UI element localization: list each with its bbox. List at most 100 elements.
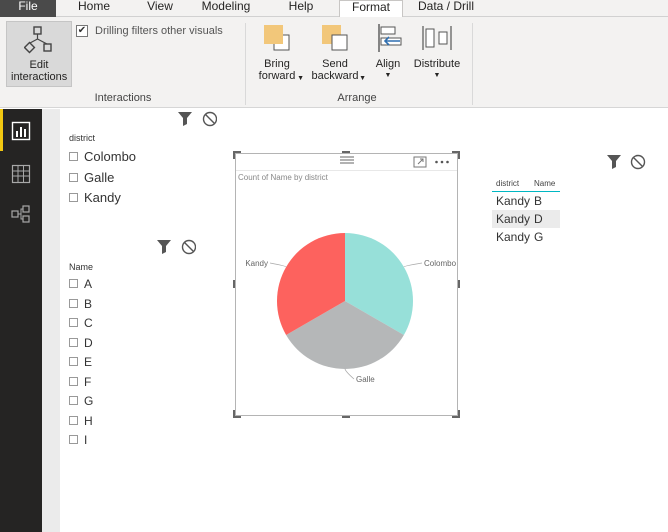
slicer-item[interactable]: E xyxy=(69,355,92,369)
pie-leader-line xyxy=(403,262,423,268)
tab-home[interactable]: Home xyxy=(66,0,122,17)
send-backward-icon xyxy=(322,25,348,51)
table-row[interactable]: Kandy G xyxy=(492,228,560,246)
filter-icon xyxy=(178,112,192,126)
resize-handle[interactable] xyxy=(458,280,460,288)
send-backward-label: Send backward xyxy=(311,58,359,82)
checkbox-icon xyxy=(69,193,78,202)
pie-label-kandy: Kandy xyxy=(245,259,268,268)
data-view-icon[interactable] xyxy=(11,164,31,184)
resize-handle[interactable] xyxy=(458,151,460,159)
table-row[interactable]: Kandy D xyxy=(492,210,560,228)
table-cell: B xyxy=(534,194,543,208)
checkbox-icon xyxy=(69,337,78,347)
tab-view[interactable]: View xyxy=(132,0,188,17)
send-backward-button[interactable]: Send backward ▼ xyxy=(304,23,366,82)
align-button[interactable]: Align ▼ xyxy=(370,23,406,82)
checkbox-icon xyxy=(69,396,78,405)
interactions-group-label: Interactions xyxy=(94,92,152,104)
checkbox-icon xyxy=(69,173,78,182)
ribbon-separator xyxy=(245,23,246,105)
slicer-item[interactable]: G xyxy=(69,394,93,408)
name-slicer-filter-icons xyxy=(157,239,196,255)
checkbox-icon xyxy=(69,298,78,308)
checkbox-icon xyxy=(69,318,78,327)
pie-label-colombo: Colombo xyxy=(424,259,457,268)
slicer-item[interactable]: C xyxy=(69,316,93,330)
edit-interactions-label: Edit interactions xyxy=(11,59,68,83)
align-label: Align xyxy=(375,58,401,70)
checkbox-icon xyxy=(69,415,78,425)
column-header-district[interactable]: district xyxy=(492,179,534,188)
arrange-group-label: Arrange xyxy=(337,92,377,104)
slicer-item[interactable]: B xyxy=(69,297,92,311)
distribute-label: Distribute xyxy=(413,58,461,70)
checkbox-icon xyxy=(69,357,78,366)
send-backward-chevron-icon: ▼ xyxy=(359,75,366,82)
align-icon xyxy=(378,24,402,52)
edit-interactions-icon xyxy=(23,26,52,54)
edit-interactions-button[interactable]: Edit interactions xyxy=(6,21,72,87)
table-cell: Kandy xyxy=(496,212,531,226)
ribbon: Edit interactions ✔ Drilling filters oth… xyxy=(0,17,668,108)
filter-icon xyxy=(607,155,621,169)
bring-forward-icon xyxy=(264,25,290,51)
slicer-item[interactable]: I xyxy=(69,433,87,447)
ribbon-tabstrip: File Home View Modeling Help Format Data… xyxy=(0,0,668,18)
table-header: district Name xyxy=(492,176,560,192)
pie-chart: Colombo Galle Kandy xyxy=(245,233,457,384)
column-header-name[interactable]: Name xyxy=(534,179,560,188)
slicer-item[interactable]: H xyxy=(69,414,93,428)
checkbox-icon xyxy=(69,435,78,444)
district-slicer-title: district xyxy=(69,133,96,143)
slicer-item[interactable]: A xyxy=(69,277,92,291)
report-view-icon[interactable] xyxy=(11,121,31,141)
table-visual[interactable]: district Name Kandy B Kandy D Kandy G xyxy=(492,176,560,246)
align-chevron-icon: ▼ xyxy=(384,72,392,79)
nav-active-indicator xyxy=(0,109,3,151)
pie-leader-line xyxy=(269,262,287,268)
bring-forward-chevron-icon: ▼ xyxy=(297,75,304,82)
distribute-icon xyxy=(422,26,452,50)
model-view-icon[interactable] xyxy=(11,204,31,224)
bring-forward-button[interactable]: Bring forward ▼ xyxy=(250,23,304,82)
checkbox-icon xyxy=(69,279,78,288)
slicer-item[interactable]: Colombo xyxy=(69,149,136,164)
tab-help[interactable]: Help xyxy=(275,0,327,17)
table-cell: G xyxy=(534,230,544,244)
ribbon-separator xyxy=(472,23,473,105)
distribute-chevron-icon: ▼ xyxy=(433,72,441,79)
slicer-item[interactable]: Kandy xyxy=(69,190,121,205)
pie-chart-visual[interactable]: Count of Name by district Colombo Galle Ka… xyxy=(233,151,460,418)
slicer-item[interactable]: Galle xyxy=(69,170,114,185)
table-cell: Kandy xyxy=(496,194,531,208)
filter-icon xyxy=(157,240,171,254)
name-slicer-title: Name xyxy=(69,262,94,272)
resize-handle[interactable] xyxy=(342,416,350,418)
tab-modeling[interactable]: Modeling xyxy=(193,0,259,17)
tab-format[interactable]: Format xyxy=(339,0,403,18)
pie-label-galle: Galle xyxy=(356,375,375,384)
resize-handle[interactable] xyxy=(342,151,350,153)
district-slicer-filter-icons xyxy=(178,111,217,127)
table-filter-icons xyxy=(607,154,646,170)
checkbox-icon xyxy=(69,376,78,386)
distribute-button[interactable]: Distribute ▼ xyxy=(408,23,466,82)
resize-handle[interactable] xyxy=(233,410,235,418)
resize-handle[interactable] xyxy=(233,280,235,288)
drilling-filters-checkbox[interactable]: ✔ xyxy=(76,25,88,37)
pie-leader-line xyxy=(344,368,355,380)
slicer-item[interactable]: F xyxy=(69,375,91,389)
tab-file[interactable]: File xyxy=(0,0,56,17)
drilling-filters-label: Drilling filters other visuals xyxy=(95,25,223,37)
tab-data-drill[interactable]: Data / Drill xyxy=(410,0,482,17)
table-cell: D xyxy=(534,212,543,226)
slicer-item[interactable]: D xyxy=(69,336,93,350)
resize-handle[interactable] xyxy=(233,151,235,159)
canvas-gutter xyxy=(42,109,60,532)
checkbox-icon xyxy=(69,152,78,161)
table-row[interactable]: Kandy B xyxy=(492,192,560,210)
bring-forward-label: Bring forward xyxy=(258,58,296,82)
resize-handle[interactable] xyxy=(458,410,460,418)
table-cell: Kandy xyxy=(496,230,531,244)
